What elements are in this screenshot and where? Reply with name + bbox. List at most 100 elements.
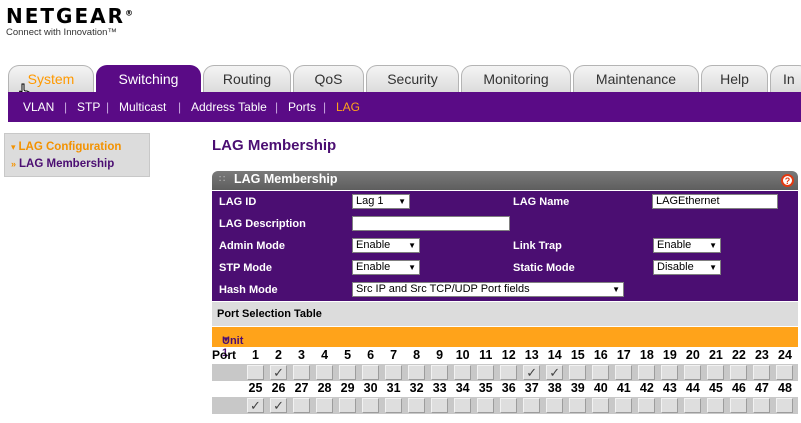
port-checkbox[interactable] [592,365,610,380]
subnav-multicast[interactable]: Multicast [119,100,166,114]
port-checkbox[interactable] [431,398,449,413]
port-number: 41 [616,381,631,395]
subnav-lag[interactable]: LAG [336,100,360,114]
port-number: 7 [390,348,398,362]
port-checkbox[interactable] [776,398,794,413]
port-number: 9 [436,348,444,362]
hash-mode-select[interactable]: Src IP and Src TCP/UDP Port fields ▼ [352,282,624,297]
port-checkbox[interactable]: ✓ [270,365,288,380]
chevron-down-icon: ▾ [11,142,16,152]
port-checkbox[interactable] [546,398,564,413]
port-number: 5 [344,348,352,362]
port-checkbox[interactable] [569,365,587,380]
port-checkbox[interactable] [293,398,311,413]
subnav-stp[interactable]: STP [77,100,100,114]
port-checkbox[interactable] [362,398,380,413]
lag-id-select[interactable]: Lag 1 ▼ [352,194,410,209]
unit-1-header[interactable]: ▼ Unit 1 [212,327,798,359]
port-number: 42 [639,381,654,395]
port-checkbox[interactable] [661,398,679,413]
port-number: 28 [317,381,332,395]
link-trap-select[interactable]: Enable ▼ [653,238,721,253]
port-checkbox[interactable] [408,365,426,380]
tab-switching[interactable]: Switching [96,65,201,93]
port-checkbox[interactable] [684,398,702,413]
port-checkbox[interactable] [569,398,587,413]
row-admin-mode: Admin Mode Enable ▼ Link Trap Enable ▼ [212,235,798,257]
panel-title: LAG Membership [234,172,338,186]
port-checkbox[interactable] [500,365,518,380]
tab-index[interactable]: In [770,65,801,92]
port-checkbox[interactable] [661,365,679,380]
port-checkbox[interactable] [684,365,702,380]
port-checkbox[interactable] [316,365,334,380]
port-checkbox[interactable] [385,398,403,413]
port-checkbox[interactable] [707,398,725,413]
tab-maintenance[interactable]: Maintenance [573,65,699,92]
tab-routing[interactable]: Routing [203,65,291,92]
page-title: LAG Membership [212,137,337,154]
port-checkbox-row-2: ✓ ✓ [212,397,798,414]
menu-item-lag-configuration[interactable]: ▾ LAG Configuration [11,141,121,153]
port-checkbox[interactable] [500,398,518,413]
subnav-vlan[interactable]: VLAN [23,100,54,114]
port-checkbox[interactable]: ✓ [523,365,541,380]
port-checkbox[interactable] [638,365,656,380]
subnav-address-table[interactable]: Address Table [191,100,267,114]
port-checkbox[interactable] [753,398,771,413]
port-checkbox[interactable] [454,398,472,413]
port-checkbox[interactable] [730,398,748,413]
port-checkbox[interactable] [339,398,357,413]
port-number: 40 [593,381,608,395]
port-checkbox[interactable] [408,398,426,413]
port-checkbox[interactable] [730,365,748,380]
static-mode-label: Static Mode [513,262,575,274]
tab-monitoring[interactable]: Monitoring [461,65,571,92]
port-number: 35 [478,381,493,395]
static-mode-select[interactable]: Disable ▼ [653,260,721,275]
port-checkbox[interactable] [707,365,725,380]
port-checkbox[interactable]: ✓ [270,398,288,413]
lag-description-input[interactable] [352,216,510,231]
stp-mode-select[interactable]: Enable ▼ [352,260,420,275]
port-checkbox[interactable] [776,365,794,380]
port-checkbox[interactable] [592,398,610,413]
port-number: 19 [662,348,677,362]
port-number: 14 [547,348,562,362]
port-number: 20 [685,348,700,362]
tab-qos[interactable]: QoS [293,65,364,92]
port-number: 25 [248,381,263,395]
port-number: 36 [501,381,516,395]
port-number: 30 [363,381,378,395]
port-checkbox[interactable] [431,365,449,380]
port-number: 6 [367,348,375,362]
port-checkbox[interactable] [247,365,264,380]
port-checkbox[interactable] [638,398,656,413]
subnav-ports[interactable]: Ports [288,100,316,114]
help-icon[interactable]: ? [781,174,794,187]
menu-item-lag-membership[interactable]: » LAG Membership [11,158,114,170]
tab-security[interactable]: Security [366,65,459,92]
lag-name-input[interactable]: LAGEthernet [652,194,778,209]
row-stp-mode: STP Mode Enable ▼ Static Mode Disable ▼ [212,257,798,279]
port-checkbox[interactable] [753,365,771,380]
port-checkbox[interactable] [454,365,472,380]
port-checkbox[interactable]: ✓ [546,365,564,380]
port-checkbox[interactable]: ✓ [247,398,264,413]
port-checkbox[interactable] [615,365,633,380]
port-checkbox[interactable] [339,365,357,380]
port-checkbox[interactable] [293,365,311,380]
admin-mode-select[interactable]: Enable ▼ [352,238,420,253]
tab-help[interactable]: Help [701,65,768,92]
port-checkbox[interactable] [523,398,541,413]
port-checkbox[interactable] [477,398,495,413]
port-checkbox[interactable] [385,365,403,380]
port-checkbox[interactable] [316,398,334,413]
drag-grip-icon: ∷ [219,174,226,185]
port-checkbox[interactable] [477,365,495,380]
port-selection-table-title: Port Selection Table [217,308,322,320]
port-checkbox[interactable] [362,365,380,380]
panel-header: ∷ LAG Membership ? [212,171,798,190]
port-number: 22 [731,348,746,362]
port-checkbox[interactable] [615,398,633,413]
